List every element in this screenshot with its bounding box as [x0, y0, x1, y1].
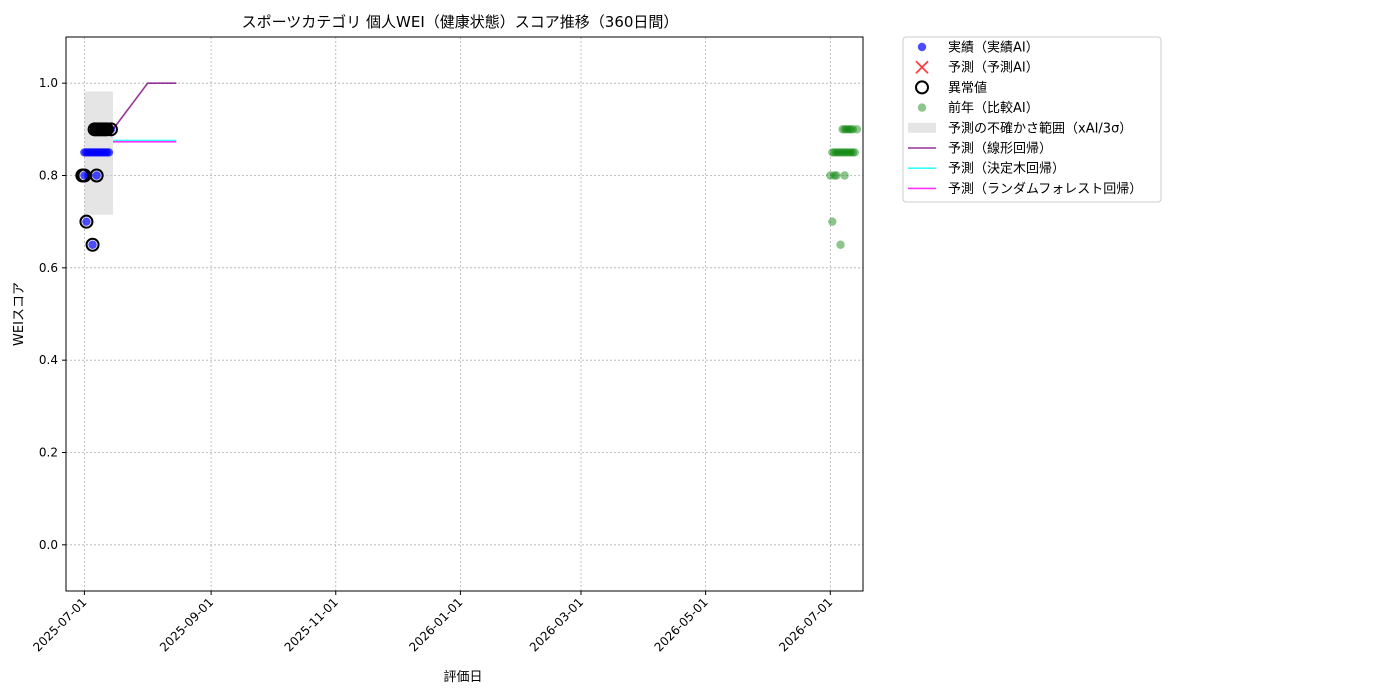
chart: スポーツカテゴリ 個人WEI（健康状態）スコア推移（360日間） 2025-07… [0, 0, 1400, 700]
legend-label: 実績（実績AI） [948, 40, 1039, 56]
legend-swatch-point [917, 103, 927, 112]
legend-label: 予測（ランダムフォレスト回帰） [948, 181, 1142, 197]
data-point [92, 171, 101, 180]
legend-swatch-point [917, 42, 927, 52]
data-point [832, 171, 841, 180]
legend-swatch-band [908, 122, 936, 133]
chart-title: スポーツカテゴリ 個人WEI（健康状態）スコア推移（360日間） [242, 13, 679, 31]
legend-label: 予測（線形回帰） [948, 141, 1052, 157]
legend-label: 予測（予測AI） [948, 61, 1039, 76]
data-point [850, 148, 860, 157]
y-tick-label: 0.2 [39, 446, 58, 460]
data-point [840, 171, 849, 180]
y-tick-label: 0.6 [39, 261, 58, 275]
data-point [104, 148, 114, 157]
x-axis-title: 評価日 [443, 670, 482, 685]
y-axis-title: WEIスコア [12, 282, 27, 346]
legend-label: 予測（決定木回帰） [948, 161, 1065, 177]
data-point [88, 240, 97, 249]
data-point [828, 217, 837, 226]
y-tick-label: 0.4 [39, 353, 58, 367]
legend: 実績（実績AI） 予測（予測AI） 異常値前年（比較AI） 予測の不確かさ範囲（xAI… [902, 36, 1162, 203]
data-point [852, 125, 862, 134]
data-point [836, 240, 845, 249]
y-tick-label: 0.8 [39, 169, 58, 183]
legend-label: 異常値 [948, 80, 987, 96]
y-tick-label: 1.0 [39, 76, 58, 90]
y-tick-label: 0.0 [39, 538, 58, 552]
legend-label: 前年（比較AI） [948, 100, 1039, 116]
data-point [82, 217, 91, 226]
legend-label: 予測の不確かさ範囲（xAI/3σ） [948, 120, 1132, 136]
